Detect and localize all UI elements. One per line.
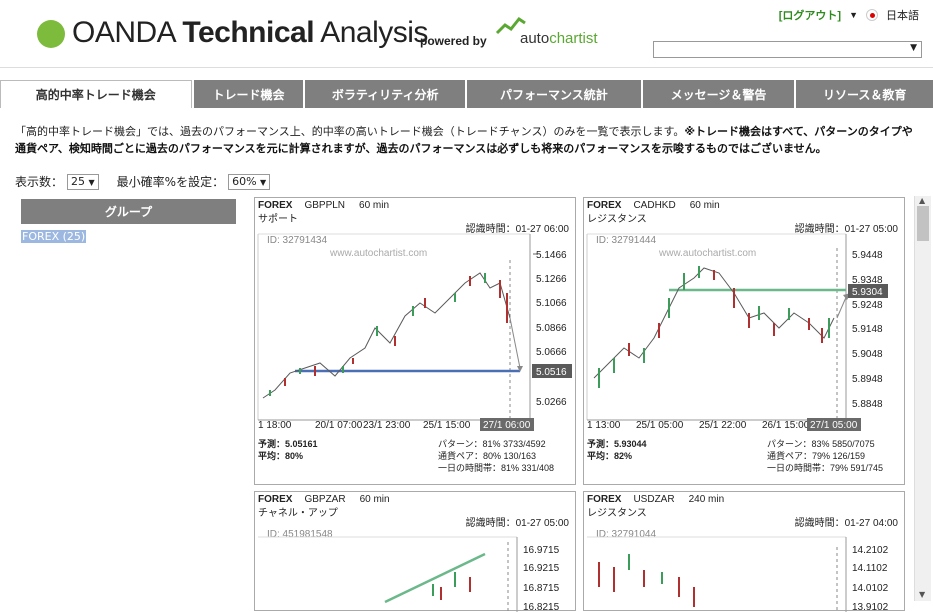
brand-title: OANDA Technical Analysis (72, 16, 428, 50)
y-tick: 5.9448 (852, 250, 883, 261)
y-tick: 5.9304 (852, 287, 883, 298)
account-select[interactable]: ▼ (653, 41, 922, 58)
chevron-down-icon: ▼ (260, 177, 267, 187)
card-forecast: 予測：5.05161 平均：80% (258, 438, 318, 462)
chevron-down-icon: ▼ (910, 43, 917, 53)
language-label[interactable]: 日本語 (886, 7, 919, 23)
average-value: 平均：82% (587, 451, 633, 461)
partner-name: autochartist (520, 30, 598, 47)
y-tick: 5.0666 (536, 347, 567, 358)
forecast-value: 予測：5.93044 (587, 439, 647, 449)
group-item-forex[interactable]: FOREX (25) (21, 230, 87, 243)
tab-messages-alerts[interactable]: メッセージ＆警告 (642, 80, 795, 108)
dropdown-arrow-icon[interactable]: ▼ (849, 10, 858, 20)
tab-trade-opportunities[interactable]: トレード機会 (193, 80, 304, 108)
x-tick: 25/1 22:00 (699, 420, 747, 431)
y-tick: 5.1266 (536, 274, 567, 285)
x-tick: 25/1 05:00 (636, 420, 684, 431)
probability-select[interactable]: 60% ▼ (228, 173, 271, 190)
pattern-stat: パターン：81% 3733/4592 (438, 439, 546, 449)
y-tick: 14.0102 (852, 583, 889, 594)
price-chart: 5.9448 5.9348 5.9304 5.9248 5.9148 5.904… (586, 233, 888, 431)
y-tick: 5.8948 (852, 374, 883, 385)
y-tick: 5.1466 (536, 250, 567, 261)
y-tick: 5.0266 (536, 397, 567, 408)
top-links: [ログアウト] ▼ 日本語 (779, 7, 919, 23)
day-stat: 一日の時間帯：79% 591/745 (767, 463, 884, 473)
x-tick: 27/1 05:00 (810, 420, 858, 431)
y-tick: 14.1102 (852, 563, 888, 574)
y-tick: 16.8215 (523, 602, 560, 612)
price-chart: 16.9715 16.9215 16.8715 16.8215 (258, 536, 560, 612)
card-forecast: 予測：5.93044 平均：82% (587, 438, 647, 462)
scrollbar-thumb[interactable] (917, 206, 929, 241)
brand-name: OANDA (72, 16, 175, 49)
forecast-value: 予測：5.05161 (258, 439, 318, 449)
y-tick: 14.2102 (852, 545, 889, 556)
y-tick: 5.9148 (852, 324, 883, 335)
tab-performance[interactable]: パフォーマンス統計 (467, 80, 641, 108)
price-chart: 14.2102 14.1102 14.0102 13.9102 (587, 536, 889, 612)
oanda-logo-icon (37, 20, 65, 48)
partner-name-post: chartist (549, 30, 598, 47)
day-stat: 一日の時間帯：81% 331/408 (438, 463, 555, 473)
brand-product-thin: Analysis (314, 16, 428, 49)
y-tick: 5.0866 (536, 323, 567, 334)
scroll-down-icon[interactable]: ▼ (919, 590, 925, 599)
count-select[interactable]: 25 ▼ (67, 173, 99, 190)
japan-flag-icon (866, 9, 878, 21)
y-tick: 16.9215 (523, 563, 560, 574)
vertical-scrollbar[interactable]: ▲ ▼ (914, 196, 931, 601)
y-tick: 13.9102 (852, 602, 889, 612)
opportunity-card[interactable]: FOREX USDZAR 240 min レジスタンス 認識時間：01-27 04:… (583, 491, 905, 612)
x-tick: 1 13:00 (587, 420, 621, 431)
y-tick: 5.1066 (536, 298, 567, 309)
card-probability-stats: パターン：83% 5850/7075 通貨ペア：79% 126/159 一日の時間帯… (767, 438, 901, 474)
y-tick: 5.9248 (852, 300, 883, 311)
opportunity-card[interactable]: FOREX GBPPLN 60 min サポート 認識時間：01-27 06:00 … (254, 197, 576, 485)
y-tick: 5.8848 (852, 399, 883, 410)
average-value: 平均：80% (258, 451, 304, 461)
opportunity-card[interactable]: FOREX CADHKD 60 min レジスタンス 認識時間：01-27 05:0… (583, 197, 905, 485)
opportunity-card[interactable]: FOREX GBPZAR 60 min チャネル・アップ 認識時間：01-27 05… (254, 491, 576, 612)
header: OANDA Technical Analysis powered by auto… (0, 0, 933, 68)
logout-link[interactable]: [ログアウト] (779, 7, 841, 23)
brand-product-bold: Technical (182, 16, 315, 49)
page-description: 「高的中率トレード機会」では、過去のパフォーマンス上、的中率の高いトレード機会（… (15, 123, 915, 157)
y-tick: 16.9715 (523, 545, 560, 556)
count-label: 表示数： (15, 175, 64, 189)
count-value: 25 (71, 174, 86, 188)
x-tick: 1 18:00 (258, 420, 292, 431)
group-header: グループ (21, 199, 236, 224)
pair-stat: 通貨ペア：79% 126/159 (767, 451, 866, 461)
x-tick: 27/1 06:00 (483, 420, 531, 431)
x-tick: 23/1 23:00 (363, 420, 411, 431)
filters-bar: 表示数： 25 ▼ 最小確率%を設定： 60% ▼ (15, 173, 288, 190)
x-tick: 20/1 07:00 (315, 420, 363, 431)
price-chart: 5.1466 5.1266 5.1066 5.0866 5.0666 5.051… (257, 233, 572, 431)
scroll-up-icon[interactable]: ▲ (919, 196, 925, 205)
tab-volatility[interactable]: ボラティリティ分析 (305, 80, 466, 108)
probability-label: 最小確率%を設定： (116, 175, 225, 189)
tab-resources[interactable]: リソース＆教育 (796, 80, 933, 108)
tab-high-probability[interactable]: 高的中率トレード機会 (0, 80, 192, 108)
powered-by-label: powered by (420, 34, 487, 48)
probability-value: 60% (232, 174, 257, 188)
main-tabs: 高的中率トレード機会 トレード機会 ボラティリティ分析 パフォーマンス統計 メッ… (0, 80, 933, 108)
chevron-down-icon: ▼ (88, 177, 95, 187)
x-tick: 25/1 15:00 (423, 420, 471, 431)
y-tick: 5.9048 (852, 349, 883, 360)
pair-stat: 通貨ペア：80% 130/163 (438, 451, 537, 461)
y-tick: 16.8715 (523, 583, 560, 594)
description-normal: 「高的中率トレード機会」では、過去のパフォーマンス上、的中率の高いトレード機会（… (15, 125, 685, 138)
x-tick: 26/1 15:00 (762, 420, 810, 431)
y-tick: 5.0516 (536, 367, 567, 378)
card-probability-stats: パターン：81% 3733/4592 通貨ペア：80% 130/163 一日の時間帯… (438, 438, 572, 474)
pattern-stat: パターン：83% 5850/7075 (767, 439, 875, 449)
partner-name-pre: auto (520, 30, 550, 47)
